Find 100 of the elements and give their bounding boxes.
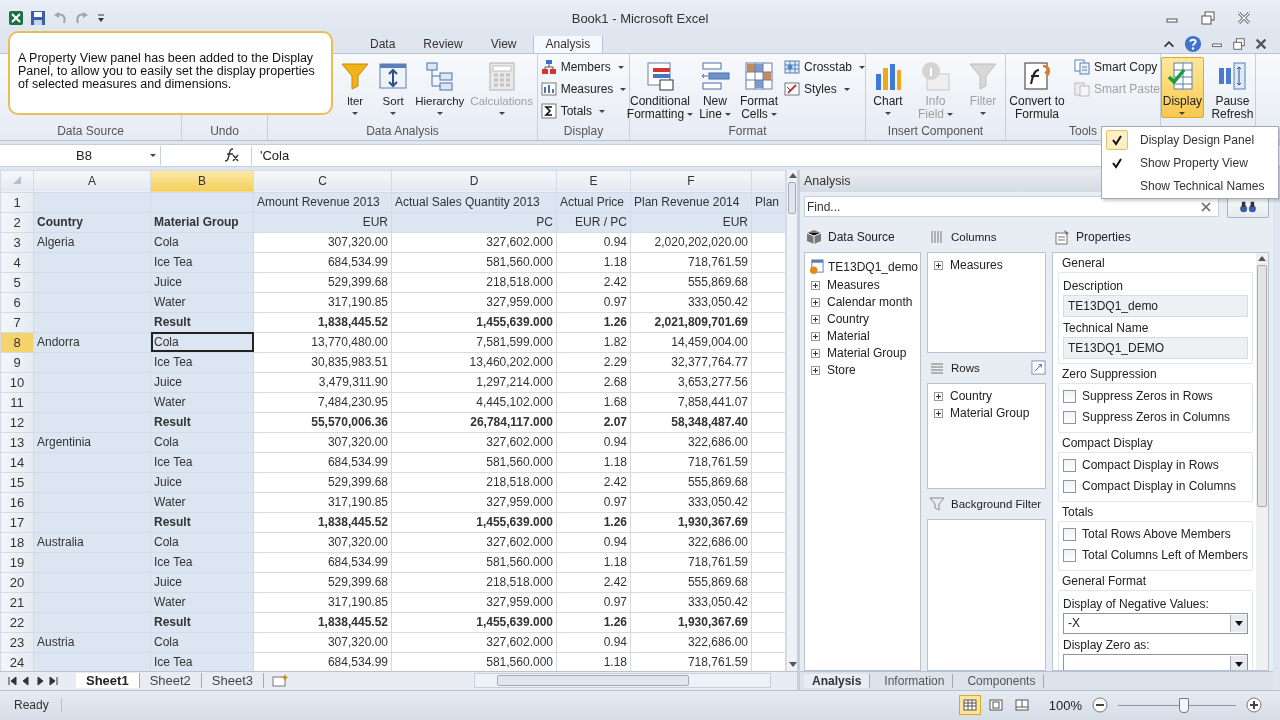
checkbox[interactable] xyxy=(1063,410,1076,424)
panel-tab[interactable]: Information xyxy=(876,673,954,688)
zoom-slider[interactable] xyxy=(1178,697,1189,713)
expand-icon[interactable] xyxy=(934,260,943,270)
ribbon-tab[interactable]: Review xyxy=(411,35,475,54)
checkbox[interactable] xyxy=(1063,548,1076,562)
tree-item[interactable]: Country xyxy=(950,389,993,404)
checkbox[interactable] xyxy=(1063,479,1076,493)
checkbox[interactable] xyxy=(1063,527,1076,541)
ribbon-button[interactable]: Members xyxy=(540,58,627,77)
column-header[interactable]: A xyxy=(33,170,151,193)
panel-tab[interactable]: Components xyxy=(959,673,1045,688)
row-header[interactable]: 1 xyxy=(0,192,34,213)
ribbon-button[interactable]: Totals xyxy=(540,102,627,121)
view-button[interactable] xyxy=(958,695,981,716)
row-header[interactable]: 10 xyxy=(0,372,34,393)
panel-tab[interactable]: Analysis xyxy=(804,673,871,688)
row-header[interactable]: 4 xyxy=(0,252,34,273)
dropdown[interactable]: -X xyxy=(1063,612,1249,634)
ribbon-button[interactable]: Convert to Formula xyxy=(1006,57,1068,125)
expand-icon[interactable] xyxy=(811,314,820,324)
ribbon-button[interactable]: Smart Copy xyxy=(1073,58,1160,77)
find-field[interactable]: Find... xyxy=(804,196,1220,218)
ribbon-button[interactable]: Format Cells xyxy=(739,57,778,125)
restore-icon[interactable] xyxy=(1232,37,1246,52)
row-header[interactable]: 13 xyxy=(0,432,34,453)
menu-item[interactable]: Display Design Panel xyxy=(1102,128,1278,151)
tree-item[interactable]: Country xyxy=(827,312,870,327)
tree-item[interactable]: Measures xyxy=(950,258,1003,273)
ribbon-button[interactable]: Sort xyxy=(375,57,412,119)
row-header[interactable]: 20 xyxy=(0,572,34,593)
ribbon-button[interactable]: Pause Refresh xyxy=(1209,57,1255,125)
ribbon-button[interactable]: Measures xyxy=(540,80,627,99)
spreadsheet-icon[interactable] xyxy=(8,10,24,27)
ribbon-tab[interactable]: View xyxy=(478,35,529,54)
tree-item[interactable]: Material xyxy=(827,329,870,344)
ribbon-tab[interactable]: Data xyxy=(358,35,408,54)
zoom-out-button[interactable] xyxy=(1092,697,1108,714)
ribbon-button[interactable]: Hierarchy xyxy=(413,57,467,119)
sheet-tab[interactable]: Sheet1 xyxy=(76,673,140,689)
zoom-level[interactable]: 100% xyxy=(1048,697,1082,713)
horizontal-scrollbar[interactable] xyxy=(474,673,771,689)
row-header[interactable]: 22 xyxy=(0,612,34,633)
checkbox[interactable] xyxy=(1063,458,1076,472)
row-header[interactable]: 23 xyxy=(0,632,34,653)
sheet-tab[interactable]: Sheet3 xyxy=(201,673,265,689)
ribbon-button[interactable]: lter xyxy=(337,57,374,119)
clear-icon[interactable] xyxy=(1201,201,1212,212)
row-header[interactable]: 9 xyxy=(0,352,34,373)
ribbon-button[interactable]: Display xyxy=(1161,57,1204,119)
row-header[interactable]: 12 xyxy=(0,412,34,433)
column-header[interactable]: D xyxy=(391,170,557,193)
ribbon-button[interactable]: Crosstab xyxy=(783,58,865,77)
restore-button[interactable] xyxy=(1200,10,1216,27)
text-field[interactable]: TE13DQ1_demo xyxy=(1063,294,1249,317)
close-icon[interactable] xyxy=(1254,37,1268,52)
swap-icon[interactable] xyxy=(1031,360,1046,376)
tree-item[interactable]: Material Group xyxy=(950,406,1030,421)
tree-item[interactable]: TE13DQ1_demo xyxy=(828,259,919,274)
sheet-tab[interactable]: Sheet2 xyxy=(139,673,202,689)
expand-icon[interactable] xyxy=(934,408,943,418)
save-icon[interactable] xyxy=(30,10,46,27)
expand-icon[interactable] xyxy=(811,280,820,290)
expand-icon[interactable] xyxy=(811,348,820,358)
column-header[interactable]: F xyxy=(630,170,752,193)
ribbon-button[interactable]: Chart xyxy=(868,57,908,119)
row-header[interactable]: 7 xyxy=(0,312,34,333)
column-header[interactable]: E xyxy=(556,170,631,193)
checkbox[interactable] xyxy=(1063,389,1076,403)
tree-item[interactable]: Measures xyxy=(827,278,880,293)
name-box[interactable]: B8 xyxy=(8,145,161,165)
expand-icon[interactable] xyxy=(811,297,820,307)
ribbon-button[interactable]: Styles xyxy=(783,80,865,99)
row-header[interactable]: 8 xyxy=(0,332,34,353)
row-header[interactable]: 16 xyxy=(0,492,34,513)
tree-item[interactable]: Calendar month xyxy=(827,295,913,310)
tree-item[interactable]: Material Group xyxy=(827,346,907,361)
text-field[interactable]: TE13DQ1_DEMO xyxy=(1063,336,1249,359)
formula-field[interactable]: 'Cola xyxy=(251,145,1090,165)
insert-sheet-icon[interactable] xyxy=(270,673,291,688)
row-header[interactable]: 14 xyxy=(0,452,34,473)
row-header[interactable]: 19 xyxy=(0,552,34,573)
row-header[interactable]: 21 xyxy=(0,592,34,613)
vertical-scrollbar[interactable] xyxy=(1256,252,1269,670)
expand-icon[interactable] xyxy=(811,331,820,341)
column-header[interactable]: C xyxy=(253,170,392,193)
help-icon[interactable] xyxy=(1184,35,1202,54)
row-header[interactable]: 17 xyxy=(0,512,34,533)
zoom-in-button[interactable] xyxy=(1246,697,1262,714)
row-header[interactable]: 18 xyxy=(0,532,34,553)
vertical-scrollbar[interactable] xyxy=(786,169,797,671)
column-header[interactable]: B xyxy=(150,170,254,193)
expand-icon[interactable] xyxy=(811,365,820,375)
row-header[interactable]: 15 xyxy=(0,472,34,493)
close-button[interactable] xyxy=(1236,10,1252,27)
tree-item[interactable]: Store xyxy=(827,363,856,378)
row-header[interactable]: 5 xyxy=(0,272,34,293)
ribbon-button[interactable]: New Line xyxy=(695,57,734,125)
expand-icon[interactable] xyxy=(934,391,943,401)
row-header[interactable]: 2 xyxy=(0,212,34,233)
